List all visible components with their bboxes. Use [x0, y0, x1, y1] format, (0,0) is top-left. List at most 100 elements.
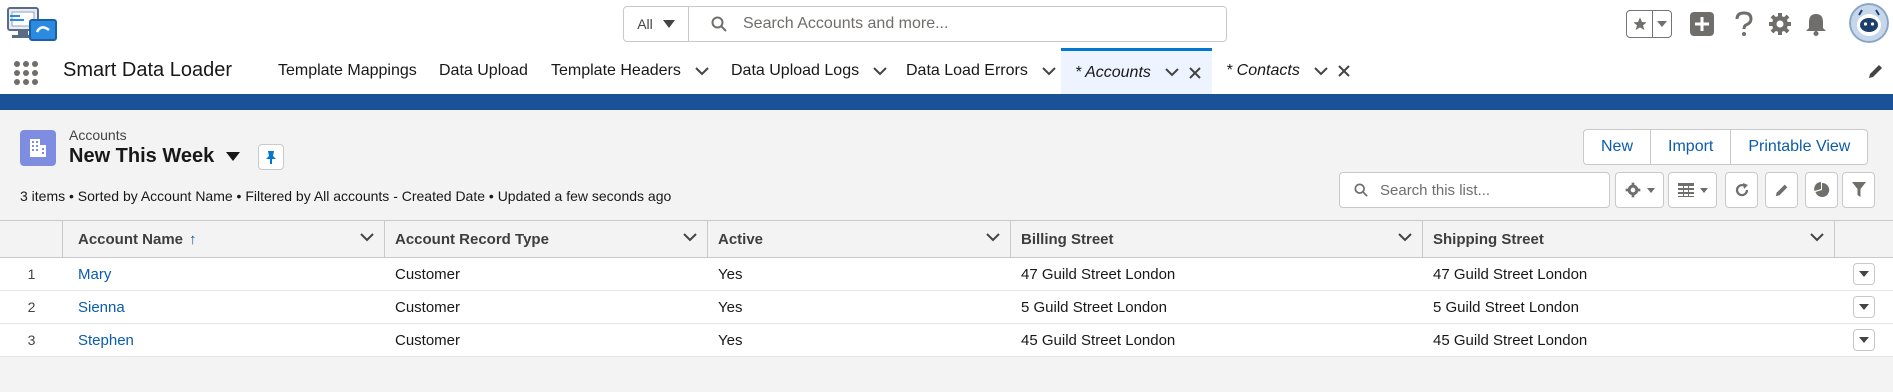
brand-band	[0, 94, 1893, 110]
gear-icon	[1625, 182, 1640, 198]
app-navigation-bar: Smart Data Loader Template Mappings Data…	[0, 48, 1893, 94]
tab-data-upload[interactable]: Data Upload	[439, 48, 528, 94]
shipping-street-cell: 45 Guild Street London	[1433, 331, 1588, 349]
column-label: Account Record Type	[395, 230, 549, 248]
column-label: Active	[718, 230, 764, 248]
account-name-link[interactable]: Mary	[78, 266, 111, 283]
caret-down-icon	[662, 20, 675, 28]
caret-down-icon	[226, 152, 241, 161]
close-tab-icon[interactable]	[1338, 65, 1350, 77]
row-actions-header	[1835, 221, 1893, 257]
chevron-down-icon[interactable]	[695, 66, 709, 76]
search-scope-dropdown[interactable]: All	[624, 7, 689, 41]
row-action-cell	[1835, 258, 1893, 290]
list-search-input[interactable]: Search this list...	[1339, 172, 1610, 208]
row-action-button[interactable]	[1853, 329, 1875, 351]
global-search-input[interactable]: Search Accounts and more...	[689, 15, 1226, 33]
pin-list-view-button[interactable]	[258, 144, 284, 170]
column-header-account-record-type[interactable]: Account Record Type	[385, 221, 708, 257]
account-name-cell: Mary	[63, 258, 385, 290]
global-search-placeholder: Search Accounts and more...	[743, 15, 949, 32]
chevron-down-icon[interactable]	[1398, 233, 1412, 242]
row-action-cell	[1835, 291, 1893, 323]
import-button[interactable]: Import	[1650, 130, 1730, 164]
chevron-down-icon[interactable]	[1314, 66, 1328, 76]
tab-contacts[interactable]: * Contacts	[1226, 48, 1350, 94]
active-cell: Yes	[718, 298, 743, 316]
user-avatar[interactable]	[1849, 3, 1889, 43]
column-header-active[interactable]: Active	[708, 221, 1011, 257]
favorites-menu-button[interactable]	[1653, 21, 1671, 27]
app-launcher-icon[interactable]	[14, 61, 38, 85]
global-search: All Search Accounts and more...	[623, 6, 1227, 42]
star-icon	[1632, 17, 1647, 30]
chevron-down-icon[interactable]	[873, 66, 887, 76]
list-view-name: New This Week	[69, 145, 215, 167]
tab-template-headers[interactable]: Template Headers	[551, 48, 709, 94]
caret-down-icon	[1859, 271, 1869, 277]
list-view-panel: Accounts New This Week 3 items • Sorted …	[0, 110, 1893, 392]
table-row: 3 Stephen Customer Yes 45 Guild Street L…	[0, 324, 1893, 357]
row-action-button[interactable]	[1853, 296, 1875, 318]
search-scope-label: All	[637, 16, 653, 32]
shipping-street-cell: 5 Guild Street London	[1433, 298, 1579, 316]
row-action-button[interactable]	[1853, 263, 1875, 285]
account-object-icon	[20, 130, 56, 166]
chevron-down-icon[interactable]	[1165, 68, 1179, 77]
tab-label: Template Mappings	[278, 62, 417, 79]
new-button[interactable]: New	[1584, 130, 1650, 164]
list-settings-button[interactable]	[1615, 172, 1664, 208]
caret-down-icon	[1657, 21, 1667, 27]
pie-chart-icon	[1813, 182, 1829, 197]
active-cell: Yes	[718, 265, 743, 283]
display-as-button[interactable]	[1668, 172, 1717, 208]
billing-street-cell: 47 Guild Street London	[1021, 265, 1176, 283]
account-name-link[interactable]: Sienna	[78, 299, 125, 316]
inline-edit-button[interactable]	[1765, 172, 1798, 208]
object-label: Accounts	[69, 127, 127, 143]
account-name-cell: Sienna	[63, 291, 385, 323]
chevron-down-icon[interactable]	[1042, 66, 1056, 76]
global-actions-button[interactable]	[1688, 10, 1716, 38]
account-name-cell: Stephen	[63, 324, 385, 356]
caret-down-icon	[1646, 187, 1655, 193]
sort-ascending-icon: ↑	[189, 230, 197, 248]
setup-button[interactable]	[1766, 10, 1794, 38]
tab-data-load-errors[interactable]: Data Load Errors	[906, 48, 1056, 94]
chevron-down-icon[interactable]	[360, 233, 374, 242]
column-label: Account Name	[78, 230, 184, 248]
refresh-button[interactable]	[1725, 172, 1758, 208]
column-header-billing-street[interactable]: Billing Street	[1011, 221, 1423, 257]
list-view-selector[interactable]: New This Week	[69, 145, 241, 168]
chevron-down-icon[interactable]	[1810, 233, 1824, 242]
close-tab-icon[interactable]	[1189, 66, 1201, 79]
help-button[interactable]	[1730, 10, 1758, 38]
chevron-down-icon[interactable]	[986, 233, 1000, 242]
org-logo-icon[interactable]	[6, 4, 58, 44]
account-name-link[interactable]: Stephen	[78, 332, 134, 349]
chevron-down-icon[interactable]	[683, 233, 697, 242]
list-view-meta: 3 items • Sorted by Account Name • Filte…	[20, 188, 672, 204]
column-label: Billing Street	[1021, 230, 1114, 248]
tab-data-upload-logs[interactable]: Data Upload Logs	[731, 48, 887, 94]
tab-label: Data Upload	[439, 62, 528, 79]
edit-nav-pencil-icon[interactable]	[1867, 62, 1885, 80]
notifications-button[interactable]	[1802, 10, 1830, 38]
charts-button[interactable]	[1805, 172, 1838, 208]
column-header-account-name[interactable]: Account Name ↑	[63, 221, 385, 257]
filters-button[interactable]	[1842, 172, 1875, 208]
help-icon	[1735, 11, 1753, 36]
column-header-shipping-street[interactable]: Shipping Street	[1423, 221, 1835, 257]
tab-accounts[interactable]: * Accounts	[1061, 48, 1212, 94]
astro-avatar-icon	[1849, 3, 1889, 43]
active-cell: Yes	[718, 331, 743, 349]
printable-view-button[interactable]: Printable View	[1730, 130, 1867, 164]
favorites-button[interactable]	[1627, 11, 1653, 37]
caret-down-icon	[1699, 187, 1708, 193]
tab-template-mappings[interactable]: Template Mappings	[278, 48, 417, 94]
table-icon	[1677, 183, 1694, 197]
gear-icon	[1769, 13, 1791, 35]
accounts-table: Account Name ↑ Account Record Type Activ…	[0, 220, 1893, 357]
refresh-icon	[1735, 183, 1748, 197]
list-actions: New Import Printable View	[1583, 129, 1869, 165]
